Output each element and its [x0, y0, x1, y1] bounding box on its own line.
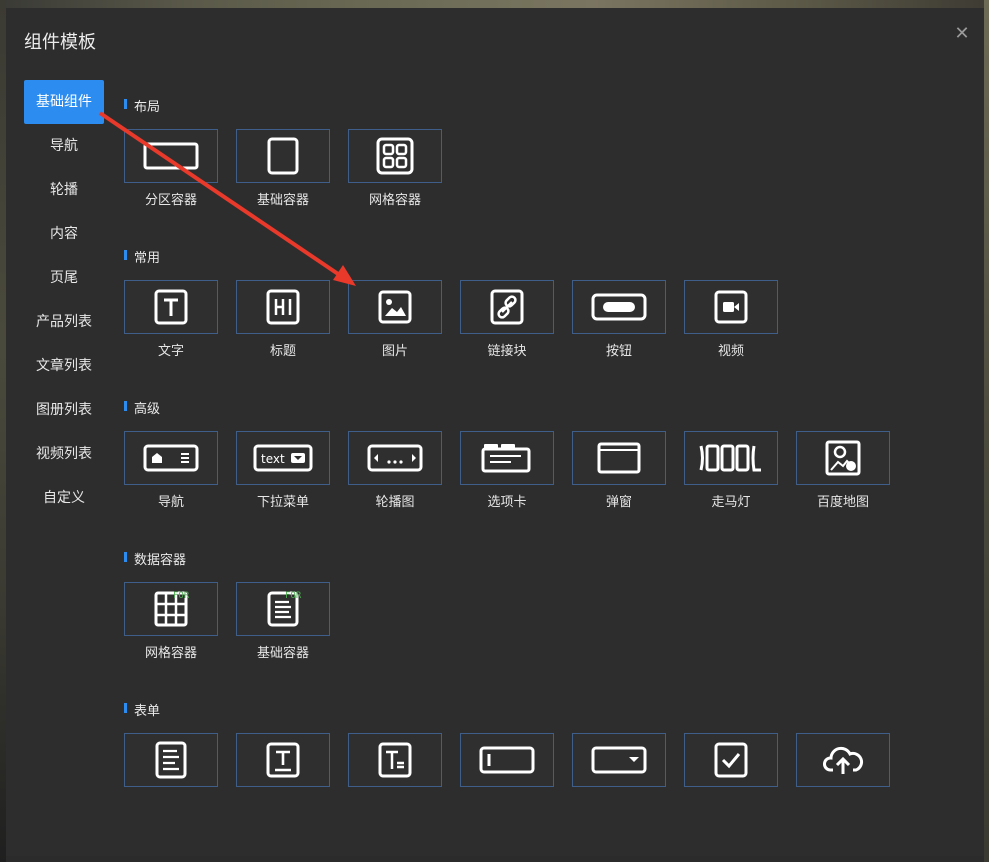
- tabs-icon: [481, 441, 533, 475]
- component-label: 网格容器: [368, 193, 421, 208]
- component-label: 导航: [157, 495, 184, 510]
- component-card-modal[interactable]: 弹窗: [572, 431, 684, 510]
- component-label: 网格容器: [144, 646, 197, 661]
- component-label: 按钮: [605, 344, 632, 359]
- background-photo-strip-top: [0, 0, 989, 8]
- component-card-text[interactable]: 文字: [124, 280, 236, 359]
- modal-icon: [597, 442, 641, 474]
- component-card-checkbox[interactable]: [684, 733, 796, 798]
- background-photo-strip-right: [984, 0, 989, 862]
- sidebar-item-album-list[interactable]: 图册列表: [24, 388, 104, 432]
- sidebar-item-basic-components[interactable]: 基础组件: [24, 80, 104, 124]
- component-card-upload[interactable]: [796, 733, 908, 798]
- component-card-video[interactable]: 视频: [684, 280, 796, 359]
- component-card-select[interactable]: [572, 733, 684, 798]
- component-label: 文字: [157, 344, 184, 359]
- for-tag: FOR: [173, 591, 190, 601]
- single-line-text-icon: [266, 741, 300, 779]
- section-title-data-container: 数据容器: [124, 549, 186, 568]
- carousel-icon: [367, 443, 423, 473]
- component-label: 轮播图: [375, 495, 415, 510]
- section-title-common: 常用: [124, 247, 160, 266]
- component-card-grid-container[interactable]: 网格容器: [348, 129, 460, 208]
- baidu-map-icon: [825, 440, 861, 476]
- component-label: 视频: [717, 344, 744, 359]
- component-label: 分区容器: [144, 193, 197, 208]
- component-card-data-basic-container[interactable]: FOR 基础容器: [236, 582, 348, 661]
- component-label: [124, 793, 218, 798]
- sidebar-item-product-list[interactable]: 产品列表: [24, 300, 104, 344]
- checkbox-icon: [714, 742, 748, 778]
- nav-icon: [143, 443, 199, 473]
- component-card-basic-container[interactable]: 基础容器: [236, 129, 348, 208]
- sidebar-item-footer[interactable]: 页尾: [24, 256, 104, 300]
- section-container-icon: [143, 141, 199, 171]
- component-card-marquee[interactable]: 走马灯: [684, 431, 796, 510]
- component-label: 选项卡: [487, 495, 527, 510]
- component-card-input-field[interactable]: [460, 733, 572, 798]
- sidebar-item-carousel[interactable]: 轮播: [24, 168, 104, 212]
- component-card-data-grid-container[interactable]: FOR 网格容器: [124, 582, 236, 661]
- component-card-section-container[interactable]: 分区容器: [124, 129, 236, 208]
- component-label: [572, 793, 666, 798]
- component-label: [348, 793, 442, 798]
- sidebar-item-custom[interactable]: 自定义: [24, 476, 104, 520]
- image-icon: [378, 290, 412, 324]
- for-tag: FOR: [285, 591, 302, 601]
- component-card-form[interactable]: [124, 733, 236, 798]
- component-card-heading[interactable]: 标题: [236, 280, 348, 359]
- input-field-icon: [479, 745, 535, 775]
- video-icon: [714, 290, 748, 324]
- component-label: 百度地图: [816, 495, 869, 510]
- component-card-button[interactable]: 按钮: [572, 280, 684, 359]
- category-sidebar: 基础组件 导航 轮播 内容 页尾 产品列表 文章列表 图册列表 视频列表 自定义: [24, 80, 104, 520]
- sidebar-item-content[interactable]: 内容: [24, 212, 104, 256]
- sidebar-item-video-list[interactable]: 视频列表: [24, 432, 104, 476]
- component-card-tabs[interactable]: 选项卡: [460, 431, 572, 510]
- component-label: 基础容器: [256, 646, 309, 661]
- link-icon: [490, 288, 524, 326]
- component-label: [460, 793, 554, 798]
- text-icon: [154, 288, 188, 326]
- upload-icon: [822, 744, 864, 776]
- grid-container-icon: [376, 137, 414, 175]
- dropdown-icon: text: [253, 443, 313, 473]
- multi-line-text-icon: [378, 741, 412, 779]
- form-icon: [155, 741, 187, 779]
- select-icon: [591, 745, 647, 775]
- component-label: 下拉菜单: [256, 495, 309, 510]
- basic-container-icon: [266, 137, 300, 175]
- section-title-form: 表单: [124, 700, 160, 719]
- dropdown-icon-text: text: [261, 452, 285, 466]
- component-label: [236, 793, 330, 798]
- component-template-dialog: 组件模板 ✕ 基础组件 导航 轮播 内容 页尾 产品列表 文章列表 图册列表 视…: [6, 8, 984, 856]
- button-icon: [591, 292, 647, 322]
- component-card-multi-line-text[interactable]: [348, 733, 460, 798]
- component-label: 链接块: [487, 344, 527, 359]
- component-label: [796, 793, 890, 798]
- component-label: [684, 793, 778, 798]
- marquee-icon: [698, 443, 764, 473]
- heading-icon: [266, 288, 300, 326]
- section-title-advanced: 高级: [124, 398, 160, 417]
- component-label: 图片: [381, 344, 408, 359]
- sidebar-item-article-list[interactable]: 文章列表: [24, 344, 104, 388]
- sidebar-item-navigation[interactable]: 导航: [24, 124, 104, 168]
- component-card-dropdown[interactable]: text 下拉菜单: [236, 431, 348, 510]
- component-label: 走马灯: [711, 495, 751, 510]
- component-card-link-block[interactable]: 链接块: [460, 280, 572, 359]
- component-card-single-line-text[interactable]: [236, 733, 348, 798]
- component-card-nav[interactable]: 导航: [124, 431, 236, 510]
- section-title-layout: 布局: [124, 96, 160, 115]
- component-label: 弹窗: [605, 495, 632, 510]
- component-panel: 布局 分区容器 基础容器 网格容器 常用 文字 标题 图片 链接块 按钮 视频 …: [114, 8, 974, 798]
- component-card-image[interactable]: 图片: [348, 280, 460, 359]
- component-label: 基础容器: [256, 193, 309, 208]
- component-card-carousel[interactable]: 轮播图: [348, 431, 460, 510]
- dialog-title: 组件模板: [24, 32, 96, 53]
- component-label: 标题: [269, 344, 296, 359]
- component-card-baidu-map[interactable]: 百度地图: [796, 431, 908, 510]
